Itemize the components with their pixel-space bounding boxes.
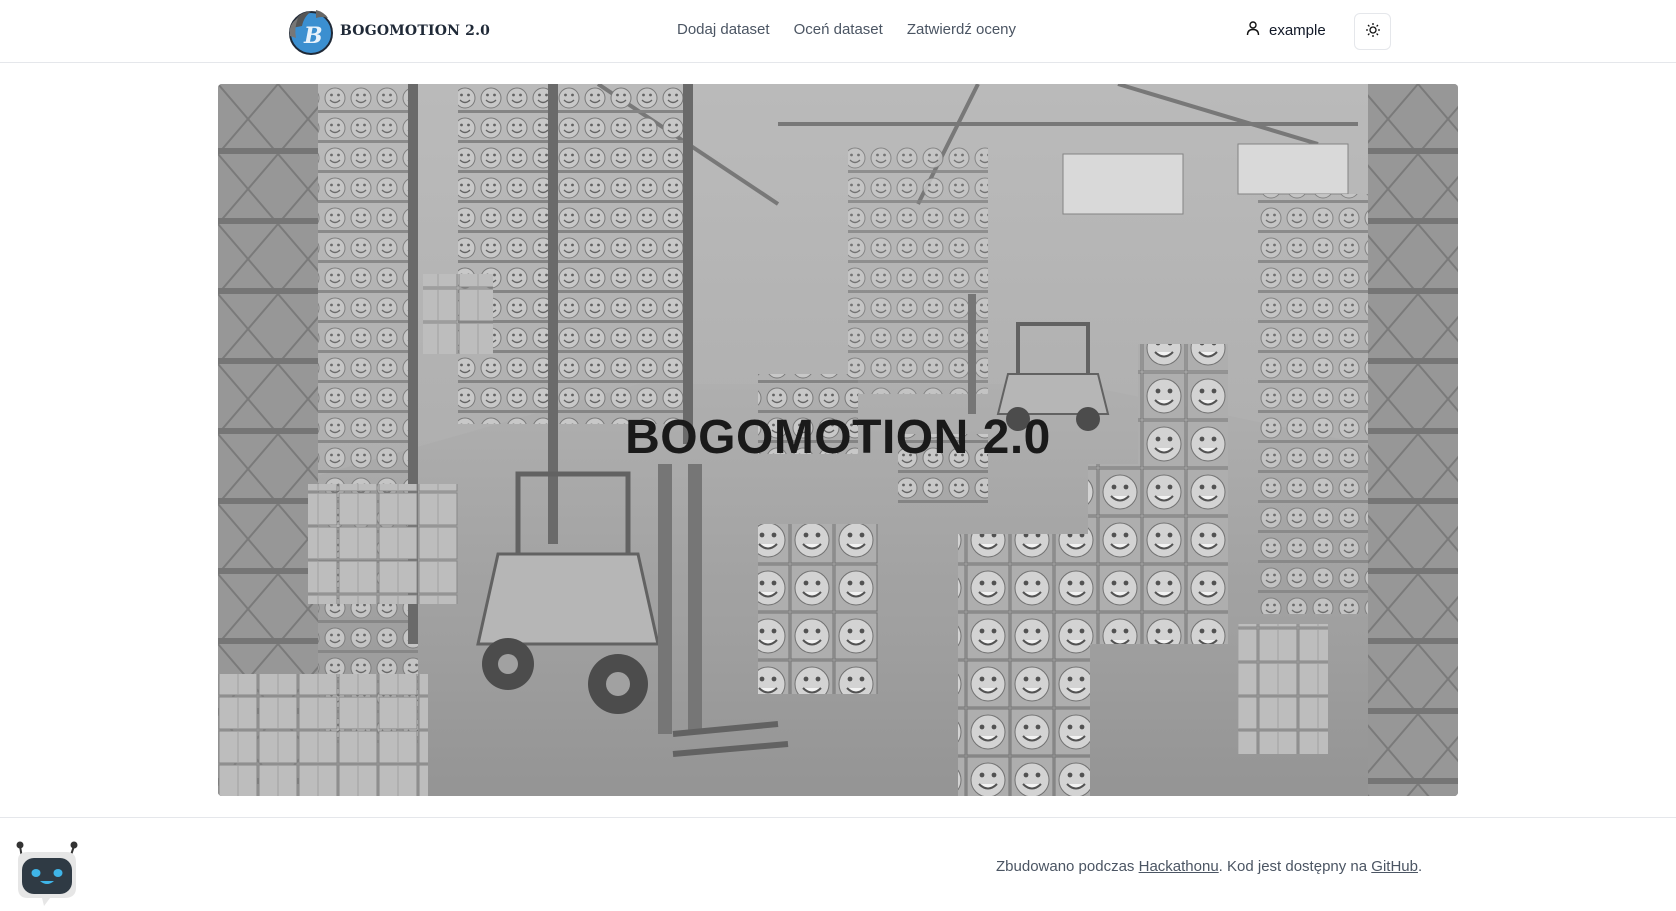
- nav-rate-dataset[interactable]: Oceń dataset: [794, 21, 883, 38]
- user-icon: [1245, 20, 1261, 40]
- user-menu[interactable]: example: [1245, 20, 1326, 40]
- sun-icon: [1365, 22, 1381, 41]
- hero-banner: BOGOMOTION 2.0: [218, 84, 1458, 796]
- footer-suffix: .: [1417, 858, 1423, 875]
- brand-logo-icon: B: [286, 6, 334, 56]
- chatbot-launcher[interactable]: [12, 840, 80, 906]
- footer-prefix: Zbudowano podczas: [996, 858, 1139, 875]
- footer-middle: . Kod jest dostępny na: [1218, 858, 1372, 875]
- main-nav: Dodaj dataset Oceń dataset Zatwierdź oce…: [677, 21, 1016, 38]
- brand-logo-letter: B: [303, 23, 323, 49]
- hero-title: BOGOMOTION 2.0: [625, 411, 1051, 464]
- robot-icon: [16, 841, 78, 906]
- user-name: example: [1269, 21, 1326, 39]
- brand-name: BOGOMOTION 2.0: [340, 23, 491, 39]
- hackathon-link[interactable]: Hackathonu: [1139, 858, 1219, 875]
- theme-toggle-button[interactable]: [1354, 13, 1391, 50]
- navbar: B BOGOMOTION 2.0 Dodaj dataset Oceń data…: [0, 0, 1676, 63]
- nav-approve-ratings[interactable]: Zatwierdź oceny: [907, 21, 1016, 38]
- footer-credits: Zbudowano podczas Hackathonu. Kod jest d…: [996, 858, 1422, 875]
- nav-add-dataset[interactable]: Dodaj dataset: [677, 21, 770, 38]
- github-link[interactable]: GitHub: [1371, 858, 1418, 875]
- footer: Zbudowano podczas Hackathonu. Kod jest d…: [0, 817, 1676, 911]
- brand-home-link[interactable]: B BOGOMOTION 2.0: [286, 5, 490, 57]
